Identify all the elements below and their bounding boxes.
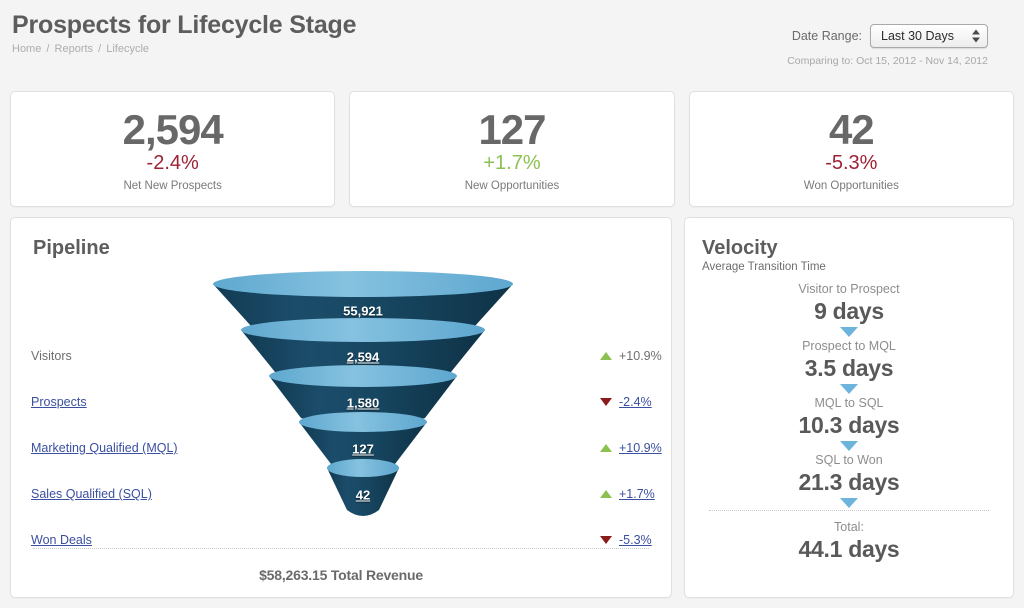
funnel-stage-label-won-deals[interactable]: Won Deals [31,532,92,548]
kpi-label: Won Opportunities [804,180,899,192]
kpi-value: 127 [478,107,545,153]
velocity-step-prospect-to-mql: Prospect to MQL 3.5 days [701,338,997,382]
kpi-label: New Opportunities [465,180,560,192]
page-header: Prospects for Lifecycle Stage Home / Rep… [0,0,1024,82]
funnel-value-prospects[interactable]: 2,594 [347,350,380,365]
funnel-change-value[interactable]: +1.7% [619,486,655,502]
arrow-down-icon [840,441,858,451]
arrow-down-icon [840,498,858,508]
date-range-label: Date Range: [792,29,862,43]
velocity-subtitle: Average Transition Time [702,261,997,273]
breadcrumb-current: Lifecycle [106,43,149,55]
dashboard-page: Prospects for Lifecycle Stage Home / Rep… [0,0,1024,608]
funnel-change-sql: +1.7% [600,486,655,502]
pipeline-panel: Pipeline Visitors Prospects Marketing Qu… [10,217,672,598]
trend-down-icon [600,398,612,406]
kpi-card-net-new-prospects: 2,594 -2.4% Net New Prospects [10,91,335,207]
funnel-stage-label-prospects[interactable]: Prospects [31,394,87,410]
velocity-total: Total: 44.1 days [701,519,997,563]
velocity-step-sql-to-won: SQL to Won 21.3 days [701,452,997,496]
kpi-value: 42 [829,107,874,153]
velocity-step-name: Prospect to MQL [701,338,997,355]
breadcrumb-home[interactable]: Home [12,43,41,55]
velocity-divider [709,510,989,511]
funnel-chart: Visitors Prospects Marketing Qualified (… [25,266,657,544]
total-revenue: $58,263.15 Total Revenue [25,567,657,583]
date-range-select[interactable]: Last 30 Days [870,24,988,48]
funnel-change-value: +10.9% [619,348,662,364]
funnel-stage-label-sql[interactable]: Sales Qualified (SQL) [31,486,152,502]
breadcrumb-reports[interactable]: Reports [55,43,94,55]
velocity-total-label: Total: [701,519,997,536]
trend-down-icon [600,536,612,544]
velocity-step-name: MQL to SQL [701,395,997,412]
velocity-title: Velocity [702,236,997,260]
date-range-control: Date Range: Last 30 Days [792,24,988,48]
kpi-delta: +1.7% [483,151,540,175]
velocity-steps: Visitor to Prospect 9 days Prospect to M… [701,281,997,563]
arrow-down-icon [840,384,858,394]
date-range-value: Last 30 Days [881,29,954,43]
velocity-step-time: 10.3 days [701,412,997,439]
trend-up-icon [600,444,612,452]
kpi-value: 2,594 [123,107,223,153]
kpi-delta: -2.4% [147,151,199,175]
kpi-card-new-opportunities: 127 +1.7% New Opportunities [349,91,674,207]
stepper-arrows-icon[interactable] [972,30,980,43]
funnel-value-mql[interactable]: 1,580 [347,396,380,411]
funnel-stage-label-visitors: Visitors [31,348,72,364]
velocity-step-name: Visitor to Prospect [701,281,997,298]
velocity-step-name: SQL to Won [701,452,997,469]
funnel-change-visitors: +10.9% [600,348,662,364]
velocity-step-visitor-to-prospect: Visitor to Prospect 9 days [701,281,997,325]
funnel-change-value[interactable]: +10.9% [619,440,662,456]
pipeline-title: Pipeline [33,236,657,260]
velocity-total-time: 44.1 days [701,536,997,563]
kpi-card-won-opportunities: 42 -5.3% Won Opportunities [689,91,1014,207]
velocity-step-mql-to-sql: MQL to SQL 10.3 days [701,395,997,439]
kpi-delta: -5.3% [825,151,877,175]
arrow-down-icon [840,327,858,337]
kpi-row: 2,594 -2.4% Net New Prospects 127 +1.7% … [10,91,1014,207]
velocity-step-time: 3.5 days [701,355,997,382]
funnel-change-prospects: -2.4% [600,394,652,410]
kpi-label: Net New Prospects [123,180,221,192]
funnel-change-mql: +10.9% [600,440,662,456]
breadcrumb-separator-1: / [44,43,51,55]
pipeline-divider [33,548,649,549]
trend-up-icon [600,352,612,360]
funnel-value-visitors: 55,921 [343,304,383,319]
comparing-to-text: Comparing to: Oct 15, 2012 - Nov 14, 201… [787,55,988,67]
funnel-stage-label-mql[interactable]: Marketing Qualified (MQL) [31,440,178,456]
funnel-change-value[interactable]: -2.4% [619,394,652,410]
funnel-change-won-deals: -5.3% [600,532,652,548]
trend-up-icon [600,490,612,498]
velocity-step-time: 9 days [701,298,997,325]
funnel-value-sql[interactable]: 127 [352,442,374,457]
velocity-step-time: 21.3 days [701,469,997,496]
funnel-value-won-deals[interactable]: 42 [356,488,370,503]
breadcrumb-separator-2: / [96,43,103,55]
funnel-change-value[interactable]: -5.3% [619,532,652,548]
velocity-panel: Velocity Average Transition Time Visitor… [684,217,1014,598]
